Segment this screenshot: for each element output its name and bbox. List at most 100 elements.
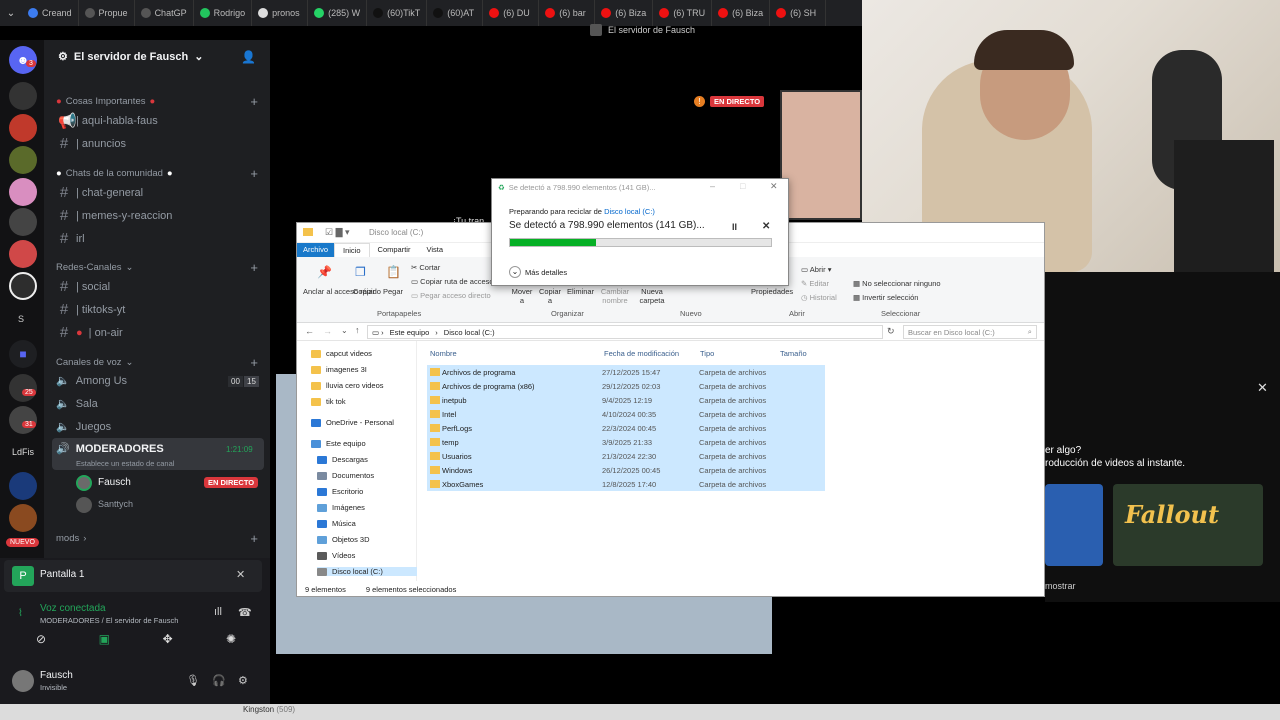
category-redes[interactable]: Redes-Canales ⌄ bbox=[56, 262, 133, 273]
server-icon[interactable] bbox=[9, 504, 37, 532]
browser-tab[interactable]: (6) SH bbox=[770, 0, 827, 26]
browser-tab[interactable]: Rodrigo bbox=[194, 0, 253, 26]
camera-off-icon[interactable]: ⊘ bbox=[16, 632, 66, 654]
channel-memes[interactable]: # | memes-y-reaccion bbox=[58, 207, 173, 224]
browser-tab[interactable]: (60)TikT bbox=[367, 0, 428, 26]
voice-connected[interactable]: Voz conectada bbox=[40, 603, 106, 614]
nav-item[interactable]: Objetos 3D bbox=[317, 535, 370, 544]
server-icon[interactable] bbox=[9, 114, 37, 142]
select-none-button[interactable]: ▦ No seleccionar ninguno bbox=[853, 279, 941, 288]
browser-tab[interactable]: (6) bar bbox=[539, 0, 596, 26]
history-button[interactable]: ◷ Historial bbox=[801, 293, 837, 302]
move-to-button[interactable]: Mover a bbox=[509, 287, 535, 305]
column-date[interactable]: Fecha de modificación bbox=[604, 349, 679, 358]
table-row[interactable]: temp 3/9/2025 21:33 Carpeta de archivos bbox=[427, 435, 825, 449]
browser-tab[interactable]: (6) TRU bbox=[653, 0, 713, 26]
add-channel-icon[interactable]: + bbox=[250, 531, 258, 546]
forward-arrow-icon[interactable]: → bbox=[323, 326, 332, 336]
nav-item[interactable]: Documentos bbox=[317, 471, 374, 480]
table-row[interactable]: Archivos de programa (x86) 29/12/2025 02:… bbox=[427, 379, 825, 393]
tab-compartir[interactable]: Compartir bbox=[370, 243, 419, 257]
avatar[interactable] bbox=[12, 670, 34, 692]
nav-item[interactable]: Imágenes bbox=[317, 503, 365, 512]
nav-item[interactable]: capcut videos bbox=[311, 349, 372, 358]
show-more-link[interactable]: mostrar bbox=[1045, 581, 1076, 591]
channel-on-air[interactable]: # ● | on-air bbox=[58, 324, 123, 341]
invite-people-icon[interactable]: 👤 bbox=[241, 50, 256, 64]
tab-inicio[interactable]: Inicio bbox=[334, 243, 370, 257]
close-screen-icon[interactable]: ✕ bbox=[236, 568, 245, 581]
channel-status[interactable]: Establece un estado de canal bbox=[76, 459, 174, 468]
nav-item[interactable]: Escritorio bbox=[317, 487, 363, 496]
minimize-icon[interactable]: – bbox=[710, 181, 715, 191]
server-icon[interactable] bbox=[9, 406, 37, 434]
search-field[interactable]: Buscar en Disco local (C:) ⌕ bbox=[903, 325, 1037, 339]
edit-button[interactable]: ✎ Editar bbox=[801, 279, 829, 288]
back-arrow-icon[interactable]: ← bbox=[305, 326, 314, 336]
tab-archivo[interactable]: Archivo bbox=[297, 243, 335, 257]
server-label[interactable]: LdFis bbox=[12, 447, 34, 457]
nav-item[interactable]: imagenes 3I bbox=[311, 365, 367, 374]
voice-among-us[interactable]: 🔈 Among Us bbox=[56, 374, 127, 388]
table-row[interactable]: Usuarios 21/3/2024 22:30 Carpeta de archiv… bbox=[427, 449, 825, 463]
channel-anuncios[interactable]: # | anuncios bbox=[58, 135, 126, 152]
voice-user-fausch[interactable]: Fausch bbox=[98, 477, 131, 488]
table-row[interactable]: Windows 26/12/2025 00:45 Carpeta de archiv… bbox=[427, 463, 825, 477]
server-icon[interactable] bbox=[9, 178, 37, 206]
paste-shortcut-button[interactable]: ▭ Pegar acceso directo bbox=[411, 291, 491, 300]
up-arrow-icon[interactable]: ↑ bbox=[355, 325, 360, 335]
table-row[interactable]: PerfLogs 22/3/2024 00:45 Carpeta de archiv… bbox=[427, 421, 825, 435]
settings-gear-icon[interactable]: ⚙ bbox=[238, 674, 248, 687]
add-channel-icon[interactable]: + bbox=[250, 94, 258, 109]
paste-button[interactable]: Pegar bbox=[383, 287, 403, 296]
add-channel-icon[interactable]: + bbox=[250, 260, 258, 275]
disconnect-icon[interactable]: ☎ bbox=[238, 606, 252, 619]
breadcrumb-este-equipo[interactable]: Este equipo bbox=[390, 328, 430, 337]
recent-chevron-icon[interactable]: ⌄ bbox=[341, 326, 348, 335]
more-details-toggle[interactable]: ⌄ Más detalles bbox=[509, 266, 567, 278]
copy-button[interactable]: Copiar bbox=[353, 287, 375, 296]
nav-item[interactable]: Vídeos bbox=[317, 551, 355, 560]
tab-menu-chevron-icon[interactable]: ⌄ bbox=[0, 0, 22, 26]
nav-item[interactable]: Disco local (C:) bbox=[317, 567, 417, 576]
quick-access-toolbar-icon[interactable]: ☑ ▇ ▾ bbox=[325, 227, 350, 238]
browser-tab[interactable]: (285) W bbox=[308, 0, 368, 26]
nav-item[interactable]: Música bbox=[317, 519, 356, 528]
browser-tab[interactable]: ChatGP bbox=[135, 0, 194, 26]
server-icon[interactable] bbox=[9, 240, 37, 268]
column-size[interactable]: Tamaño bbox=[780, 349, 807, 358]
soundboard-icon[interactable]: ✺ bbox=[206, 632, 256, 654]
server-icon[interactable] bbox=[9, 472, 37, 500]
screen-share-toggle-icon[interactable]: ▣ bbox=[79, 632, 129, 654]
breadcrumb-disco-local[interactable]: Disco local (C:) bbox=[444, 328, 495, 337]
copy-to-button[interactable]: Copiar a bbox=[537, 287, 563, 305]
microphone-icon[interactable]: 🎙 bbox=[186, 674, 200, 687]
activities-icon[interactable]: ✥ bbox=[143, 632, 193, 654]
server-icon[interactable] bbox=[9, 374, 37, 402]
table-row[interactable]: XboxGames 12/8/2025 17:40 Carpeta de archi… bbox=[427, 477, 825, 491]
category-cosas-importantes[interactable]: ● Cosas Importantes ● bbox=[56, 96, 155, 107]
tab-vista[interactable]: Vista bbox=[418, 243, 451, 257]
nav-item[interactable]: OneDrive - Personal bbox=[311, 418, 394, 427]
browser-tab[interactable]: Creand bbox=[22, 0, 79, 26]
soundwave-icon[interactable]: ıll bbox=[214, 606, 222, 618]
new-folder-button[interactable]: Nueva carpeta bbox=[637, 287, 667, 305]
refresh-icon[interactable]: ↻ bbox=[887, 326, 895, 337]
browser-tab[interactable]: Propue bbox=[79, 0, 135, 26]
browser-tab[interactable]: (60)AT bbox=[427, 0, 484, 26]
server-icon[interactable] bbox=[9, 82, 37, 110]
rename-button[interactable]: Cambiar nombre bbox=[599, 287, 631, 305]
signal-icon[interactable]: ⌇ bbox=[18, 608, 23, 619]
nav-item[interactable]: Este equipo bbox=[311, 439, 366, 448]
channel-aqui-habla-faus[interactable]: 📢 | aqui-habla-faus bbox=[58, 112, 158, 130]
copy-path-button[interactable]: ▭ Copiar ruta de acceso bbox=[411, 277, 491, 286]
category-mods[interactable]: mods › bbox=[56, 533, 86, 544]
browser-tab[interactable]: (6) DU bbox=[483, 0, 540, 26]
add-channel-icon[interactable]: + bbox=[250, 166, 258, 181]
browser-tab[interactable]: (6) Biza bbox=[712, 0, 771, 26]
voice-channel-path[interactable]: MODERADORES / El servidor de Fausch bbox=[40, 616, 178, 625]
nav-item[interactable]: Descargas bbox=[317, 455, 368, 464]
address-bar[interactable]: ▭ › Este equipo › Disco local (C:) bbox=[367, 325, 883, 339]
category-canales-de-voz[interactable]: Canales de voz ⌄ bbox=[56, 357, 133, 368]
channel-tiktoks-yt[interactable]: # | tiktoks-yt bbox=[58, 301, 125, 318]
